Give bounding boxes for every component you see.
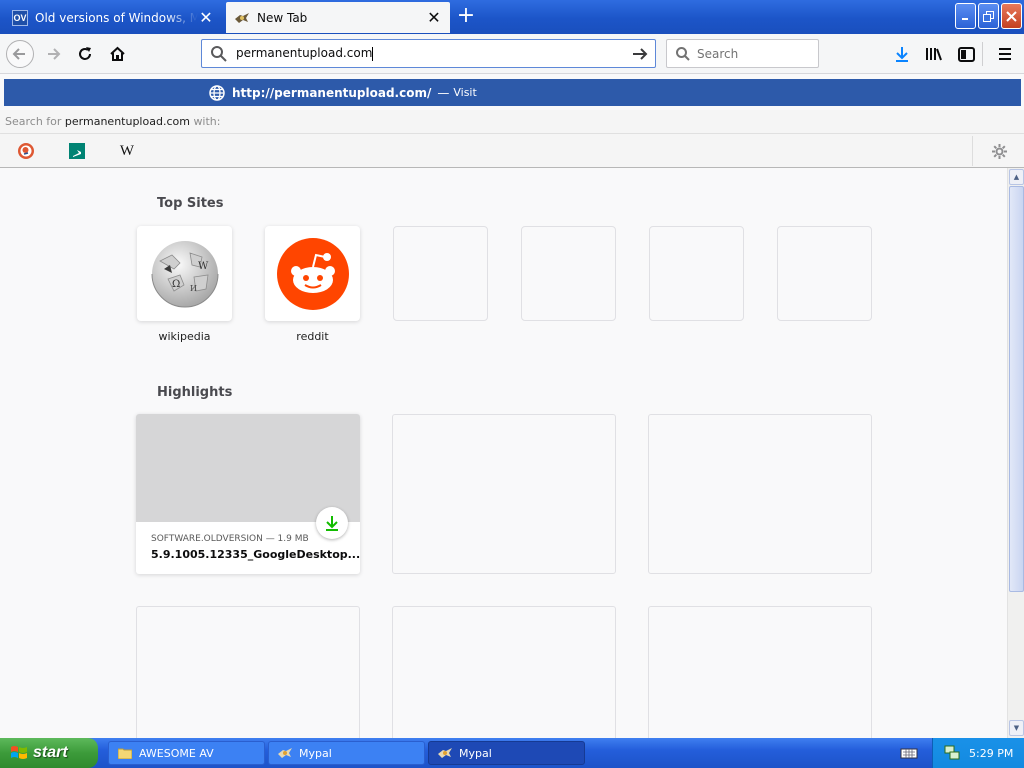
top-site-wikipedia[interactable]: Ω W И	[137, 226, 232, 321]
home-button[interactable]	[103, 40, 131, 68]
search-bar[interactable]: Search	[666, 39, 819, 68]
highlight-empty-slot	[392, 414, 616, 574]
top-site-empty-slot	[777, 226, 872, 321]
wikipedia-globe-icon: Ω W И	[151, 240, 218, 307]
new-tab-page: Top Sites Ω W И wikipedia reddit Highlig…	[0, 168, 1007, 738]
globe-icon	[209, 84, 225, 101]
nav-toolbar: permanentupload.com Search	[0, 34, 1024, 74]
search-placeholder: Search	[697, 46, 739, 61]
title-bar: OV Old versions of Windows, Mac and ✕ Ne…	[0, 0, 1024, 34]
suggestion-action: Visit	[453, 86, 477, 99]
top-site-empty-slot	[521, 226, 616, 321]
tab-title: Old versions of Windows, Mac and	[35, 10, 198, 25]
back-arrow-icon	[12, 48, 25, 60]
search-with-header: Search for permanentupload.com with:	[0, 110, 1024, 134]
folder-icon	[117, 745, 133, 761]
top-site-empty-slot	[393, 226, 488, 321]
highlight-meta: SOFTWARE.OLDVERSION — 1.9 MB	[151, 534, 309, 544]
highlight-empty-slot	[392, 606, 616, 738]
close-tab-icon[interactable]: ✕	[198, 9, 214, 26]
search-icon	[676, 46, 690, 61]
new-tab-button[interactable]: +	[454, 5, 478, 29]
taskbar: start AWESOME AV Mypal Mypal 5:29 PM	[0, 738, 1024, 768]
download-badge	[316, 507, 348, 539]
close-tab-icon[interactable]: ✕	[426, 9, 442, 26]
vertical-scrollbar[interactable]: ▲ ▼	[1007, 168, 1024, 738]
system-tray: 5:29 PM	[932, 738, 1024, 768]
highlight-title: 5.9.1005.12335_GoogleDesktop...	[151, 548, 361, 561]
search-icon	[211, 45, 227, 62]
sidebar-button[interactable]	[952, 40, 980, 68]
wikipedia-icon[interactable]: W	[118, 142, 136, 160]
mypal-icon	[234, 11, 250, 25]
clock: 5:29 PM	[969, 746, 1014, 760]
search-term: permanentupload.com	[64, 115, 190, 128]
minimize-button[interactable]	[955, 3, 976, 29]
scroll-up-arrow-icon[interactable]: ▲	[1009, 169, 1024, 185]
download-arrow-icon	[896, 47, 908, 62]
svg-text:W: W	[198, 261, 209, 272]
svg-text:Ω: Ω	[172, 279, 180, 290]
highlight-empty-slot	[648, 414, 872, 574]
reload-button[interactable]	[71, 40, 99, 68]
tab-old-versions[interactable]: OV Old versions of Windows, Mac and ✕	[4, 2, 222, 33]
mypal-icon	[437, 745, 453, 761]
top-sites-heading: Top Sites	[157, 196, 224, 211]
restore-button[interactable]	[978, 3, 999, 29]
library-button[interactable]	[920, 40, 948, 68]
taskbar-item-awesome-av[interactable]: AWESOME AV	[108, 741, 265, 765]
highlight-empty-slot	[648, 606, 872, 738]
svg-text:И: И	[190, 284, 197, 293]
reddit-icon	[276, 237, 349, 310]
top-site-empty-slot	[649, 226, 744, 321]
reload-icon	[79, 47, 91, 60]
highlight-card[interactable]: SOFTWARE.OLDVERSION — 1.9 MB 5.9.1005.12…	[136, 414, 360, 574]
menu-button[interactable]	[991, 40, 1019, 68]
scroll-down-arrow-icon[interactable]: ▼	[1009, 720, 1024, 736]
windows-flag-icon	[11, 746, 27, 759]
library-icon	[926, 48, 942, 61]
forward-arrow-icon	[48, 48, 61, 60]
start-label: start	[33, 744, 68, 761]
url-suggestion-row[interactable]: http://permanentupload.com/ — Visit	[4, 79, 1021, 106]
scrollbar-thumb[interactable]	[1009, 186, 1024, 592]
sidebar-icon	[957, 46, 975, 62]
highlight-thumbnail	[136, 414, 360, 522]
search-settings-gear-icon[interactable]	[990, 142, 1008, 160]
url-input[interactable]: permanentupload.com	[236, 46, 631, 61]
one-off-search-engines: W	[0, 134, 1024, 168]
download-icon	[326, 516, 338, 531]
keyboard-icon[interactable]	[900, 744, 918, 762]
oldversion-icon: OV	[12, 9, 28, 26]
suggestion-dash: —	[437, 85, 450, 100]
highlights-heading: Highlights	[157, 385, 233, 400]
highlight-empty-slot	[136, 606, 360, 738]
top-site-reddit[interactable]	[265, 226, 360, 321]
network-icon[interactable]	[943, 744, 961, 762]
duckduckgo-icon[interactable]	[17, 142, 35, 160]
hamburger-menu-icon	[999, 48, 1011, 60]
tab-new-tab[interactable]: New Tab ✕	[226, 2, 450, 33]
suggestion-url: http://permanentupload.com/	[232, 85, 432, 100]
go-arrow-icon[interactable]	[631, 46, 649, 62]
top-site-label: wikipedia	[158, 330, 211, 343]
home-icon	[109, 46, 125, 61]
forward-button[interactable]	[39, 40, 67, 68]
back-button[interactable]	[6, 40, 34, 68]
start-button[interactable]: start	[0, 738, 98, 768]
toolbar-separator	[982, 42, 983, 66]
top-site-label: reddit	[296, 330, 329, 343]
taskbar-item-mypal-active[interactable]: Mypal	[428, 741, 585, 765]
mypal-icon	[277, 745, 293, 761]
tab-title: New Tab	[257, 10, 308, 25]
taskbar-item-mypal[interactable]: Mypal	[268, 741, 425, 765]
downloads-button[interactable]	[888, 40, 916, 68]
url-bar[interactable]: permanentupload.com	[201, 39, 656, 68]
bing-icon[interactable]	[68, 142, 86, 160]
close-window-button[interactable]	[1001, 3, 1022, 29]
engine-separator	[972, 136, 973, 166]
